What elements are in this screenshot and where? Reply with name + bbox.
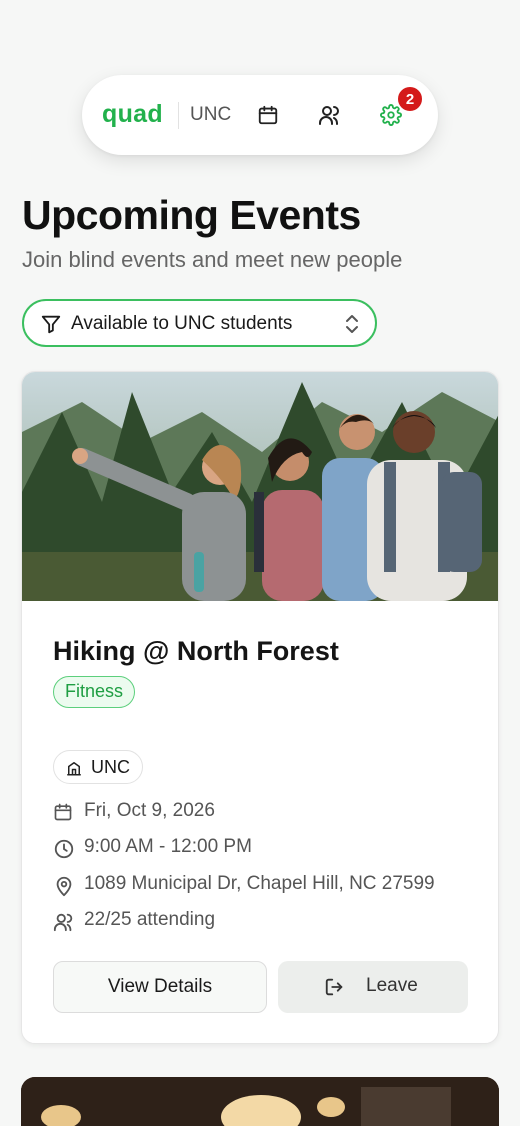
map-pin-icon xyxy=(53,875,75,903)
page-title: Upcoming Events xyxy=(22,192,361,238)
people-icon[interactable] xyxy=(318,103,342,127)
clock-icon xyxy=(53,838,75,866)
event-attendance: 22/25 attending xyxy=(84,909,216,930)
event-photo xyxy=(21,1077,499,1126)
calendar-icon xyxy=(53,802,73,828)
chevron-up-down-icon xyxy=(342,313,362,340)
app-logo[interactable]: quad xyxy=(102,100,163,129)
calendar-icon[interactable] xyxy=(256,103,280,127)
leave-icon xyxy=(324,976,346,1004)
event-title: Hiking @ North Forest xyxy=(53,636,339,666)
category-tag: Fitness xyxy=(53,676,136,708)
people-icon xyxy=(53,911,75,939)
school-label: UNC xyxy=(190,104,232,125)
availability-filter[interactable]: Available to UNC students xyxy=(22,299,377,347)
school-chip-label: UNC xyxy=(91,757,130,777)
event-photo xyxy=(22,372,498,601)
event-date: Fri, Oct 9, 2026 xyxy=(84,800,215,821)
event-time: 9:00 AM - 12:00 PM xyxy=(84,836,252,857)
filter-icon xyxy=(40,313,62,340)
leave-button-label: Leave xyxy=(366,975,418,996)
school-building-icon xyxy=(65,759,83,782)
leave-button[interactable]: Leave xyxy=(278,961,468,1013)
nav-divider xyxy=(178,102,179,129)
school-chip: UNC xyxy=(53,750,143,784)
notification-badge: 2 xyxy=(396,85,424,113)
view-details-button[interactable]: View Details xyxy=(53,961,267,1013)
filter-label: Available to UNC students xyxy=(71,313,293,334)
top-nav: quad UNC 2 xyxy=(82,75,438,155)
page-subtitle: Join blind events and meet new people xyxy=(22,247,403,272)
event-location: 1089 Municipal Dr, Chapel Hill, NC 27599 xyxy=(84,873,435,894)
event-card[interactable]: Hiking @ North Forest Fitness UNC Fri, O… xyxy=(21,371,499,1044)
event-card[interactable] xyxy=(21,1077,499,1126)
